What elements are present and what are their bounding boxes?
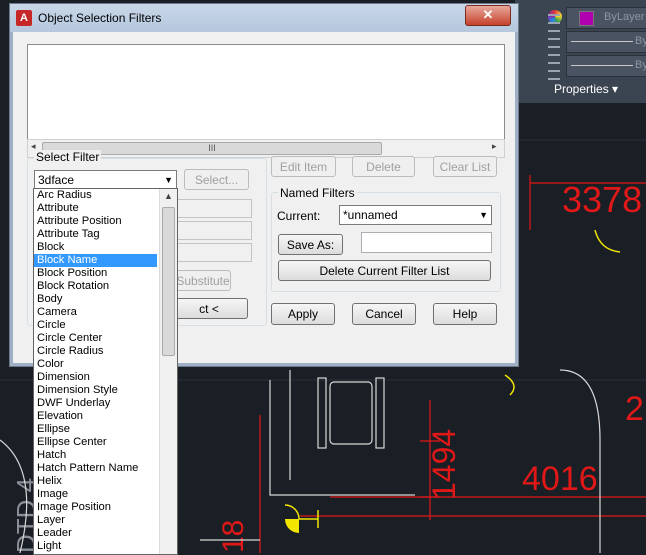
- dropdown-option[interactable]: DWF Underlay: [34, 397, 157, 410]
- scroll-right-icon[interactable]: ▸: [492, 141, 497, 152]
- dimension-4016: 4016: [522, 460, 598, 498]
- filter-type-value: 3dface: [38, 173, 75, 187]
- filter-list[interactable]: [27, 44, 505, 141]
- substitute-button[interactable]: Substitute: [175, 270, 231, 291]
- chevron-down-icon[interactable]: ▼: [164, 171, 173, 189]
- select-filter-label: Select Filter: [34, 150, 102, 164]
- dropdown-option[interactable]: Ellipse Center: [34, 436, 157, 449]
- dialog-titlebar[interactable]: A Object Selection Filters ✕: [10, 4, 518, 32]
- layer-color-value: ByLayer: [604, 11, 645, 23]
- dimension-18: 18: [217, 520, 250, 553]
- cancel-button[interactable]: Cancel: [352, 303, 416, 325]
- delete-current-filter-list-button[interactable]: Delete Current Filter List: [278, 260, 491, 281]
- ribbon-tool-icons[interactable]: [548, 14, 560, 84]
- lineweight-value: By: [635, 59, 646, 71]
- dropdown-option[interactable]: Ellipse: [34, 423, 157, 436]
- dropdown-items: Arc Radius Attribute Attribute Position Att…: [34, 189, 177, 553]
- dropdown-option[interactable]: Layer: [34, 514, 157, 527]
- y-value-field[interactable]: [177, 221, 252, 240]
- dropdown-option[interactable]: Block Position: [34, 267, 157, 280]
- x-value-field[interactable]: [177, 199, 252, 218]
- dropdown-scrollbar[interactable]: ▲: [159, 189, 177, 554]
- delete-button[interactable]: Delete: [352, 156, 415, 177]
- add-to-list-button[interactable]: ct <: [170, 298, 248, 319]
- scroll-up-icon[interactable]: ▲: [164, 191, 173, 201]
- dropdown-option[interactable]: Elevation: [34, 410, 157, 423]
- z-value-field[interactable]: [177, 243, 252, 262]
- dropdown-option[interactable]: Dimension: [34, 371, 157, 384]
- dropdown-option[interactable]: Attribute Position: [34, 215, 157, 228]
- dimension-1494: 1494: [426, 429, 462, 500]
- current-filter-value: *unnamed: [343, 208, 398, 222]
- dropdown-option[interactable]: Circle Center: [34, 332, 157, 345]
- current-label: Current:: [277, 209, 321, 223]
- dropdown-option[interactable]: Attribute Tag: [34, 228, 157, 241]
- dropdown-option[interactable]: Block Rotation: [34, 280, 157, 293]
- edit-item-button[interactable]: Edit Item: [271, 156, 336, 177]
- properties-panel-label[interactable]: Properties ▾: [554, 82, 618, 96]
- dropdown-option[interactable]: Hatch Pattern Name: [34, 462, 157, 475]
- select-button[interactable]: Select...: [184, 169, 249, 190]
- filter-type-dropdown-list[interactable]: Arc Radius Attribute Attribute Position Att…: [33, 188, 178, 555]
- dropdown-option[interactable]: Block Name: [34, 254, 157, 267]
- dropdown-option[interactable]: Arc Radius: [34, 189, 157, 202]
- lineweight-sample: [571, 65, 633, 66]
- dropdown-option[interactable]: Circle: [34, 319, 157, 332]
- lineweight-select[interactable]: By: [566, 55, 646, 77]
- dropdown-option[interactable]: Image: [34, 488, 157, 501]
- save-as-input[interactable]: [361, 232, 492, 253]
- linetype-sample: [571, 41, 633, 42]
- current-filter-select[interactable]: *unnamed ▼: [339, 205, 492, 225]
- dropdown-option[interactable]: Hatch: [34, 449, 157, 462]
- dropdown-option[interactable]: Color: [34, 358, 157, 371]
- linetype-select[interactable]: By: [566, 31, 646, 53]
- filter-type-select[interactable]: 3dface ▼: [34, 170, 177, 190]
- help-button[interactable]: Help: [433, 303, 497, 325]
- dropdown-option[interactable]: Attribute: [34, 202, 157, 215]
- named-filters-label: Named Filters: [278, 186, 357, 200]
- dropdown-option[interactable]: Leader: [34, 527, 157, 540]
- dropdown-option[interactable]: Circle Radius: [34, 345, 157, 358]
- save-as-button[interactable]: Save As:: [278, 234, 343, 255]
- layer-color-swatch: [579, 11, 594, 26]
- dropdown-option[interactable]: Block: [34, 241, 157, 254]
- close-button[interactable]: ✕: [465, 5, 511, 26]
- dimension-2: 2: [625, 390, 644, 428]
- dimension-3378: 3378: [562, 179, 642, 220]
- dropdown-option[interactable]: Dimension Style: [34, 384, 157, 397]
- dropdown-option[interactable]: Body: [34, 293, 157, 306]
- dropdown-option[interactable]: Camera: [34, 306, 157, 319]
- dropdown-option[interactable]: Helix: [34, 475, 157, 488]
- clear-list-button[interactable]: Clear List: [433, 156, 497, 177]
- dialog-title: Object Selection Filters: [38, 11, 162, 25]
- dropdown-option[interactable]: Image Position: [34, 501, 157, 514]
- linetype-value: By: [635, 35, 646, 47]
- dropdown-option[interactable]: Light: [34, 540, 157, 553]
- dropdown-scroll-thumb[interactable]: [162, 207, 175, 356]
- apply-button[interactable]: Apply: [271, 303, 335, 325]
- layer-color-select[interactable]: ByLayer: [566, 7, 646, 29]
- autocad-app-icon: A: [16, 10, 32, 26]
- chevron-down-icon[interactable]: ▼: [479, 206, 488, 224]
